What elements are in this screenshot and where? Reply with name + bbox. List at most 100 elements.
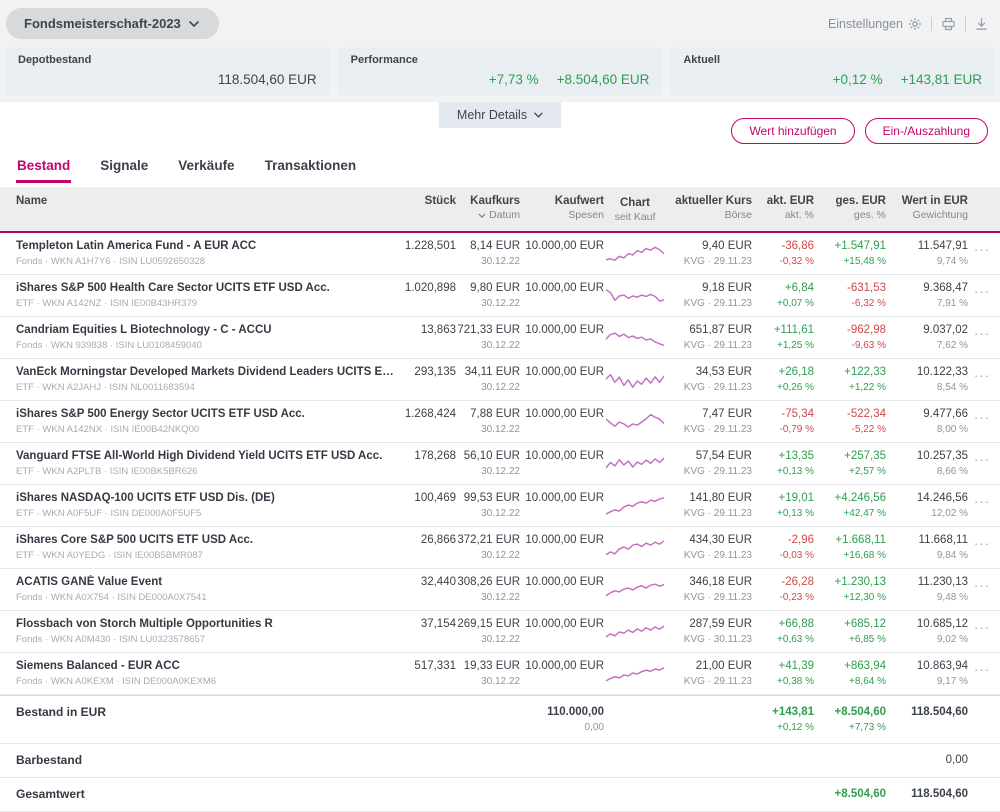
fund-name-link[interactable]: Flossbach von Storch Multiple Opportunit… bbox=[16, 617, 402, 632]
table-row[interactable]: Templeton Latin America Fund - A EUR ACC… bbox=[0, 233, 1000, 275]
add-value-button[interactable]: Wert hinzufügen bbox=[731, 118, 854, 144]
kaufwert-value: 10.000,00 EUR bbox=[520, 617, 604, 632]
kauf-datum: 30.12.22 bbox=[456, 297, 520, 310]
table-row[interactable]: Vanguard FTSE All-World High Dividend Yi… bbox=[0, 443, 1000, 485]
row-menu-button[interactable]: ··· bbox=[968, 533, 990, 550]
col-stueck: Stück bbox=[402, 194, 456, 208]
ges-pct-value: +16,68 % bbox=[814, 549, 886, 562]
portfolio-selector[interactable]: Fondsmeisterschaft-2023 bbox=[6, 8, 219, 39]
kauf-datum: 30.12.22 bbox=[456, 675, 520, 688]
download-button[interactable] bbox=[975, 17, 988, 31]
ges-eur-value: -631,53 bbox=[814, 281, 886, 296]
ges-pct-value: -5,22 % bbox=[814, 423, 886, 436]
table-row[interactable]: iShares S&P 500 Energy Sector UCITS ETF … bbox=[0, 401, 1000, 443]
ges-pct-value: +15,48 % bbox=[814, 255, 886, 268]
sparkline-chart[interactable] bbox=[604, 365, 666, 393]
aktueller-kurs-value: 9,18 EUR bbox=[666, 281, 752, 296]
table-row[interactable]: Siemens Balanced - EUR ACC Fonds · WKN A… bbox=[0, 653, 1000, 695]
fund-name-link[interactable]: iShares Core S&P 500 UCITS ETF USD Acc. bbox=[16, 533, 402, 548]
kaufkurs-value: 9,80 EUR bbox=[456, 281, 520, 296]
row-menu-button[interactable]: ··· bbox=[968, 407, 990, 424]
row-menu-button[interactable]: ··· bbox=[968, 365, 990, 382]
ges-eur-value: +4.246,56 bbox=[814, 491, 886, 506]
ges-eur-value: +1.547,91 bbox=[814, 239, 886, 254]
ges-pct-value: +1,22 % bbox=[814, 381, 886, 394]
more-details-button[interactable]: Mehr Details bbox=[439, 102, 561, 128]
aktueller-kurs-value: 141,80 EUR bbox=[666, 491, 752, 506]
print-button[interactable] bbox=[941, 17, 956, 31]
wert-value: 10.257,35 bbox=[886, 449, 968, 464]
ges-eur-value: +685,12 bbox=[814, 617, 886, 632]
sparkline-icon bbox=[606, 367, 664, 393]
wert-value: 9.368,47 bbox=[886, 281, 968, 296]
sparkline-chart[interactable] bbox=[604, 659, 666, 687]
printer-icon bbox=[941, 17, 956, 31]
fund-meta: Fonds · WKN A0KEXM · ISIN DE000A0KEXM6 bbox=[16, 675, 402, 688]
kaufkurs-value: 721,33 EUR bbox=[456, 323, 520, 338]
row-menu-button[interactable]: ··· bbox=[968, 491, 990, 508]
stueck-value: 26,866 bbox=[402, 533, 456, 548]
barbestand-wert: 0,00 bbox=[886, 753, 968, 768]
boerse-value: KVG · 29.11.23 bbox=[666, 675, 752, 688]
akt-pct-value: -0,23 % bbox=[752, 591, 814, 604]
table-row[interactable]: iShares S&P 500 Health Care Sector UCITS… bbox=[0, 275, 1000, 317]
tab-transaktionen[interactable]: Transaktionen bbox=[264, 154, 358, 183]
akt-pct-value: +0,07 % bbox=[752, 297, 814, 310]
row-menu-button[interactable]: ··· bbox=[968, 617, 990, 634]
sparkline-chart[interactable] bbox=[604, 491, 666, 519]
sparkline-chart[interactable] bbox=[604, 533, 666, 561]
header-section: Fondsmeisterschaft-2023 Einstellungen bbox=[0, 0, 1000, 102]
sparkline-chart[interactable] bbox=[604, 575, 666, 603]
fund-name-link[interactable]: iShares S&P 500 Health Care Sector UCITS… bbox=[16, 281, 402, 296]
table-row[interactable]: Flossbach von Storch Multiple Opportunit… bbox=[0, 611, 1000, 653]
table-row[interactable]: ACATIS GANÉ Value Event Fonds · WKN A0X7… bbox=[0, 569, 1000, 611]
akt-eur-value: -36,86 bbox=[752, 239, 814, 254]
akt-eur-value: +13,35 bbox=[752, 449, 814, 464]
table-row[interactable]: VanEck Morningstar Developed Markets Div… bbox=[0, 359, 1000, 401]
fund-meta: ETF · WKN A0YEDG · ISIN IE00B5BMR087 bbox=[16, 549, 402, 562]
akt-pct-value: +0,13 % bbox=[752, 465, 814, 478]
row-menu-button[interactable]: ··· bbox=[968, 449, 990, 466]
row-menu-button[interactable]: ··· bbox=[968, 323, 990, 340]
fund-name-link[interactable]: ACATIS GANÉ Value Event bbox=[16, 575, 402, 590]
stueck-value: 1.268,424 bbox=[402, 407, 456, 422]
deposit-withdraw-button[interactable]: Ein-/Auszahlung bbox=[865, 118, 988, 144]
sparkline-chart[interactable] bbox=[604, 449, 666, 477]
sparkline-chart[interactable] bbox=[604, 323, 666, 351]
akt-pct-value: +0,13 % bbox=[752, 507, 814, 520]
aktueller-kurs-value: 21,00 EUR bbox=[666, 659, 752, 674]
wert-value: 11.547,91 bbox=[886, 239, 968, 254]
stueck-value: 517,331 bbox=[402, 659, 456, 674]
fund-name-link[interactable]: Templeton Latin America Fund - A EUR ACC bbox=[16, 239, 402, 254]
row-menu-button[interactable]: ··· bbox=[968, 239, 990, 256]
col-ges-eur: ges. EUR bbox=[814, 194, 886, 208]
table-row[interactable]: iShares NASDAQ-100 UCITS ETF USD Dis. (D… bbox=[0, 485, 1000, 527]
row-menu-button[interactable]: ··· bbox=[968, 281, 990, 298]
aktueller-kurs-value: 34,53 EUR bbox=[666, 365, 752, 380]
sparkline-chart[interactable] bbox=[604, 281, 666, 309]
stueck-value: 100,469 bbox=[402, 491, 456, 506]
fund-meta: ETF · WKN A142NZ · ISIN IE00B43HR379 bbox=[16, 297, 402, 310]
sparkline-chart[interactable] bbox=[604, 617, 666, 645]
table-row[interactable]: Candriam Equities L Biotechnology - C - … bbox=[0, 317, 1000, 359]
fund-name-link[interactable]: Siemens Balanced - EUR ACC bbox=[16, 659, 402, 674]
fund-name-link[interactable]: iShares NASDAQ-100 UCITS ETF USD Dis. (D… bbox=[16, 491, 402, 506]
col-kaufkurs[interactable]: Kaufkurs Datum bbox=[456, 194, 520, 222]
sparkline-chart[interactable] bbox=[604, 407, 666, 435]
fund-name-link[interactable]: iShares S&P 500 Energy Sector UCITS ETF … bbox=[16, 407, 402, 422]
fund-name-link[interactable]: Vanguard FTSE All-World High Dividend Yi… bbox=[16, 449, 402, 464]
col-name: Name bbox=[16, 194, 402, 208]
settings-button[interactable]: Einstellungen bbox=[828, 17, 922, 31]
fund-name-link[interactable]: Candriam Equities L Biotechnology - C - … bbox=[16, 323, 402, 338]
tab-bestand[interactable]: Bestand bbox=[16, 154, 71, 183]
sparkline-chart[interactable] bbox=[604, 239, 666, 267]
fund-name-link[interactable]: VanEck Morningstar Developed Markets Div… bbox=[16, 365, 402, 380]
table-row[interactable]: iShares Core S&P 500 UCITS ETF USD Acc. … bbox=[0, 527, 1000, 569]
tab-verkaeufe[interactable]: Verkäufe bbox=[177, 154, 235, 183]
boerse-value: KVG · 29.11.23 bbox=[666, 423, 752, 436]
tab-signale[interactable]: Signale bbox=[99, 154, 149, 183]
row-menu-button[interactable]: ··· bbox=[968, 575, 990, 592]
kaufkurs-value: 19,33 EUR bbox=[456, 659, 520, 674]
akt-eur-value: +26,18 bbox=[752, 365, 814, 380]
row-menu-button[interactable]: ··· bbox=[968, 659, 990, 676]
